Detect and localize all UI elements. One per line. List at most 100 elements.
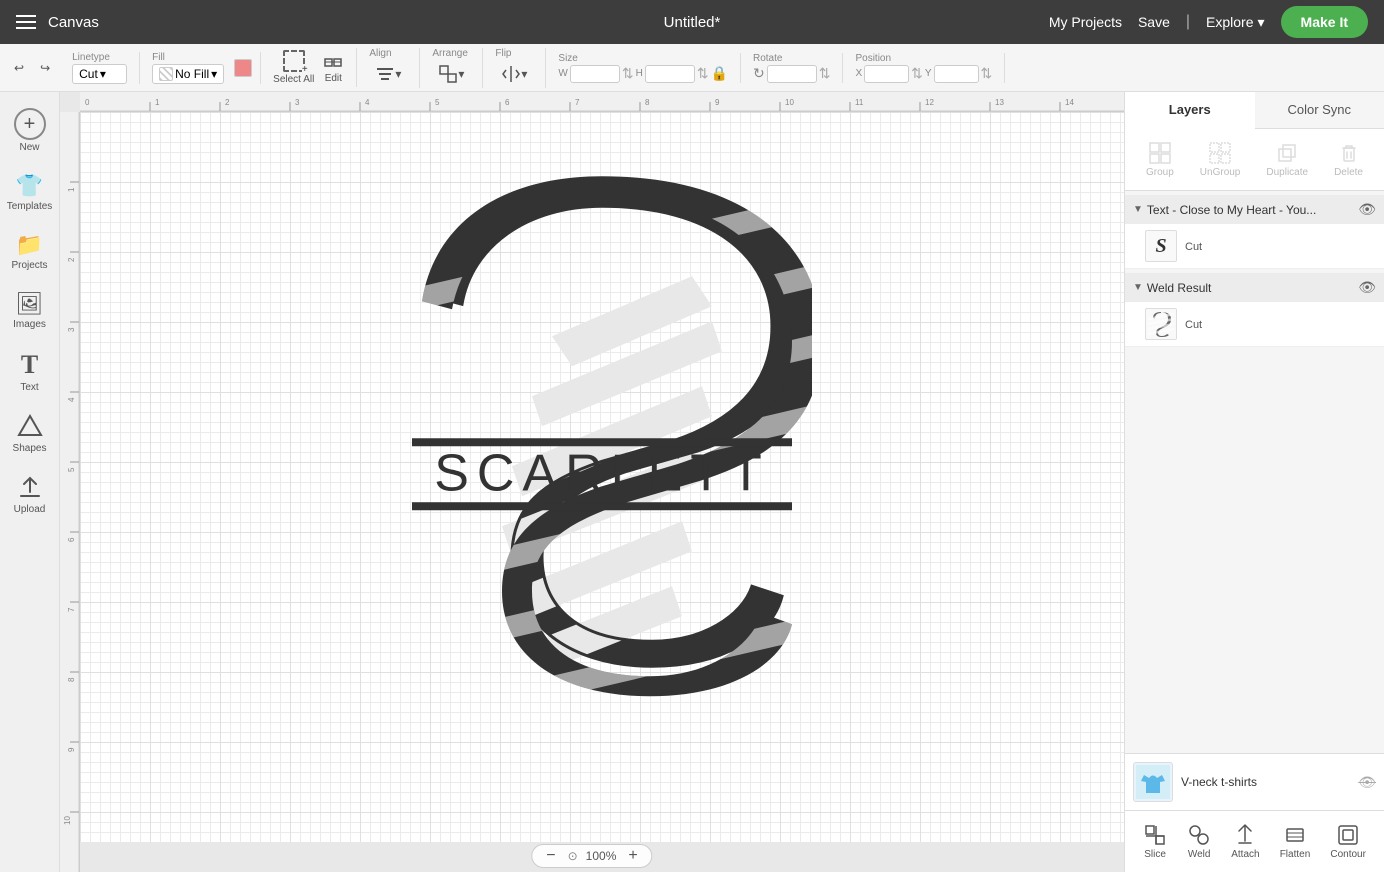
size-group: Size W ⇅ H ⇅ 🔒: [554, 53, 741, 83]
sidebar-label-projects: Projects: [11, 260, 47, 271]
panel-actions: Group UnGroup Duplicate: [1125, 129, 1384, 191]
layer-item-text[interactable]: S Cut: [1125, 224, 1384, 269]
zoom-in-button[interactable]: +: [624, 847, 641, 865]
flip-button[interactable]: ▾: [495, 60, 533, 88]
sidebar-item-upload[interactable]: Upload: [4, 466, 56, 523]
save-link[interactable]: Save: [1138, 14, 1170, 30]
chevron-down-icon: ▾: [1258, 14, 1265, 31]
group-label: Group: [1146, 167, 1174, 178]
sidebar-item-templates[interactable]: 👕 Templates: [4, 165, 56, 220]
explore-button[interactable]: Explore ▾: [1206, 14, 1265, 31]
svg-text:0: 0: [85, 98, 90, 107]
svg-text:12: 12: [925, 98, 934, 107]
upload-icon: [16, 474, 44, 502]
chevron-icon: ▾: [458, 67, 464, 81]
delete-icon: [1337, 141, 1361, 165]
canvas-content[interactable]: SCARLETT: [80, 112, 1124, 842]
align-button[interactable]: ▾: [369, 60, 407, 88]
hamburger-menu[interactable]: [16, 15, 36, 29]
linetype-select[interactable]: Cut ▾: [72, 64, 127, 84]
layer-item-weld[interactable]: Cut: [1125, 302, 1384, 347]
layer-group-text: ▼ Text - Close to My Heart - You... 👁 S …: [1125, 195, 1384, 269]
layer-group-weld-header[interactable]: ▼ Weld Result 👁: [1125, 273, 1384, 302]
edit-label: Edit: [325, 73, 342, 84]
select-edit-group: Select All Edit: [269, 48, 357, 87]
main-layout: + New 👕 Templates 📁 Projects 🖼 Images T …: [0, 92, 1384, 872]
attach-tool[interactable]: Attach: [1225, 819, 1265, 864]
arrange-label: Arrange: [432, 48, 470, 59]
attach-icon: [1233, 823, 1257, 847]
arrange-button[interactable]: ▾: [432, 60, 470, 88]
layer-group-weld: ▼ Weld Result 👁: [1125, 273, 1384, 347]
slice-tool[interactable]: Slice: [1137, 819, 1173, 864]
sidebar-label-text: Text: [20, 382, 38, 393]
svg-text:3: 3: [67, 327, 76, 332]
linetype-label: Linetype: [72, 52, 127, 63]
width-input[interactable]: [570, 65, 620, 83]
redo-button[interactable]: ↪: [34, 57, 56, 79]
sidebar-label-shapes: Shapes: [13, 443, 47, 454]
contour-tool[interactable]: Contour: [1324, 819, 1372, 864]
my-projects-link[interactable]: My Projects: [1049, 14, 1122, 30]
linetype-group: Linetype Cut ▾: [68, 52, 140, 84]
delete-label: Delete: [1334, 167, 1363, 178]
flatten-tool[interactable]: Flatten: [1274, 819, 1317, 864]
fill-label: Fill: [152, 52, 224, 63]
tab-layers[interactable]: Layers: [1125, 92, 1255, 129]
height-input[interactable]: [645, 65, 695, 83]
toolbar: ↩ ↪ Linetype Cut ▾ Fill No Fill ▾ Select…: [0, 44, 1384, 92]
make-it-button[interactable]: Make It: [1281, 6, 1368, 38]
svg-text:7: 7: [575, 98, 580, 107]
svg-text:8: 8: [67, 677, 76, 682]
sidebar-item-projects[interactable]: 📁 Projects: [4, 224, 56, 279]
chevron-icon: ▾: [395, 67, 401, 81]
background-item[interactable]: V-neck t-shirts 👁: [1125, 754, 1384, 810]
fill-section: Fill No Fill ▾: [148, 52, 228, 84]
duplicate-action[interactable]: Duplicate: [1258, 137, 1316, 182]
select-all-button[interactable]: Select All: [269, 48, 318, 87]
slice-icon: [1143, 823, 1167, 847]
sidebar-item-new[interactable]: + New: [4, 100, 56, 161]
layers-content: ▼ Text - Close to My Heart - You... 👁 S …: [1125, 191, 1384, 753]
svg-text:2: 2: [67, 257, 76, 262]
design-area[interactable]: SCARLETT: [392, 166, 812, 731]
ungroup-label: UnGroup: [1200, 167, 1241, 178]
sidebar-item-shapes[interactable]: Shapes: [4, 405, 56, 462]
position-x-input[interactable]: 0: [864, 65, 909, 83]
weld-group-eye-icon[interactable]: 👁: [1358, 279, 1376, 296]
ungroup-action[interactable]: UnGroup: [1192, 137, 1249, 182]
tab-color-sync[interactable]: Color Sync: [1255, 92, 1384, 128]
sidebar-item-images[interactable]: 🖼 Images: [4, 283, 56, 338]
chevron-icon: ▾: [100, 67, 106, 81]
edit-button[interactable]: Edit: [318, 49, 348, 86]
align-section: Align ▾: [365, 48, 411, 88]
size-section: Size W ⇅ H ⇅ 🔒: [554, 53, 732, 83]
layer-group-text-header[interactable]: ▼ Text - Close to My Heart - You... 👁: [1125, 195, 1384, 224]
svg-text:11: 11: [855, 98, 864, 107]
projects-icon: 📁: [16, 232, 43, 258]
layer-group-text-name: Text - Close to My Heart - You...: [1147, 203, 1354, 217]
sidebar-item-text[interactable]: T Text: [4, 342, 56, 401]
weld-tool[interactable]: Weld: [1181, 819, 1217, 864]
zoom-out-button[interactable]: −: [542, 847, 559, 865]
sidebar-label-upload: Upload: [14, 504, 46, 515]
svg-text:1: 1: [155, 98, 160, 107]
stroke-swatch[interactable]: [234, 59, 252, 77]
svg-text:6: 6: [67, 537, 76, 542]
svg-text:9: 9: [67, 747, 76, 752]
fill-select[interactable]: No Fill ▾: [152, 64, 224, 84]
chevron-icon: ▾: [211, 67, 217, 81]
text-group-eye-icon[interactable]: 👁: [1358, 201, 1376, 218]
undo-button[interactable]: ↩: [8, 57, 30, 79]
canvas-area[interactable]: 0 1 2 3 4 5 6 7 8 9 10: [60, 92, 1124, 872]
undo-redo-group: ↩ ↪: [8, 57, 56, 79]
rotate-input[interactable]: [767, 65, 817, 83]
bg-eye-icon[interactable]: 👁: [1358, 774, 1376, 791]
delete-action[interactable]: Delete: [1326, 137, 1371, 182]
position-y-input[interactable]: 0: [934, 65, 979, 83]
svg-text:10: 10: [63, 816, 72, 825]
linetype-section: Linetype Cut ▾: [68, 52, 131, 84]
attach-label: Attach: [1231, 849, 1259, 860]
group-action[interactable]: Group: [1138, 137, 1182, 182]
svg-text:5: 5: [67, 467, 76, 472]
